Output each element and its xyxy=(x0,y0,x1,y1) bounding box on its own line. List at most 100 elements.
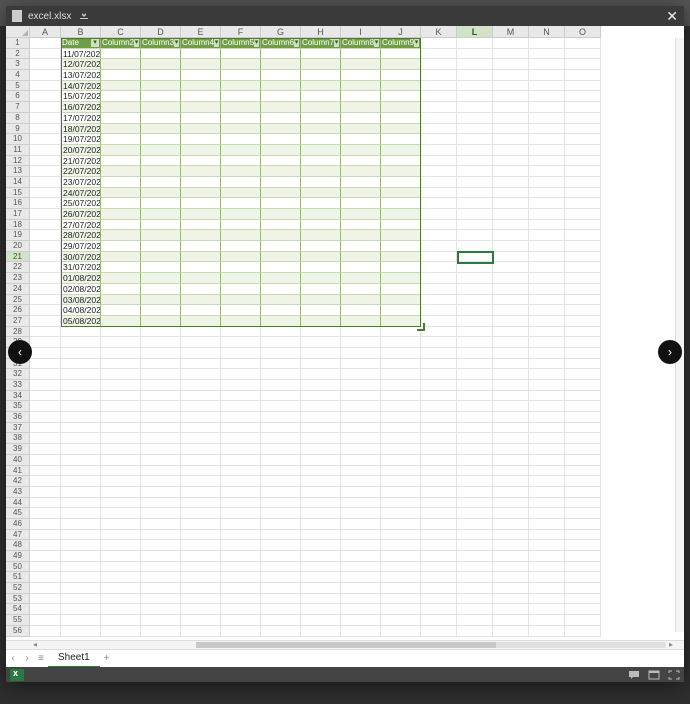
cell[interactable] xyxy=(101,337,141,348)
cell[interactable] xyxy=(493,49,529,60)
cell[interactable] xyxy=(341,583,381,594)
cell[interactable] xyxy=(457,508,493,519)
cell[interactable] xyxy=(261,188,301,199)
cell[interactable] xyxy=(101,209,141,220)
cell[interactable] xyxy=(181,241,221,252)
cell[interactable] xyxy=(457,262,493,273)
cell[interactable] xyxy=(457,423,493,434)
cell[interactable] xyxy=(261,540,301,551)
cell[interactable] xyxy=(457,145,493,156)
cell[interactable] xyxy=(493,145,529,156)
cell[interactable] xyxy=(101,562,141,573)
cell[interactable] xyxy=(421,166,457,177)
cell[interactable] xyxy=(341,134,381,145)
cell[interactable] xyxy=(301,273,341,284)
cell[interactable] xyxy=(221,615,261,626)
row-header[interactable]: 9 xyxy=(6,124,30,135)
cell[interactable] xyxy=(141,59,181,70)
cell[interactable] xyxy=(101,476,141,487)
cell[interactable] xyxy=(493,562,529,573)
cell[interactable] xyxy=(529,327,565,338)
cell[interactable] xyxy=(381,273,421,284)
cell[interactable] xyxy=(141,594,181,605)
cell[interactable]: 21/07/2021 xyxy=(61,156,101,167)
cell[interactable] xyxy=(565,198,601,209)
cell[interactable]: Column9▾ xyxy=(381,38,421,49)
cell[interactable] xyxy=(61,562,101,573)
row-header[interactable]: 38 xyxy=(6,433,30,444)
cell[interactable] xyxy=(381,626,421,637)
cell[interactable] xyxy=(457,284,493,295)
cell[interactable] xyxy=(221,177,261,188)
cell[interactable] xyxy=(181,209,221,220)
cell[interactable] xyxy=(101,380,141,391)
cell[interactable] xyxy=(261,81,301,92)
cell[interactable] xyxy=(493,134,529,145)
cell[interactable] xyxy=(30,551,61,562)
cell[interactable] xyxy=(341,337,381,348)
cell[interactable] xyxy=(493,166,529,177)
row-header[interactable]: 21 xyxy=(6,252,30,263)
cell[interactable] xyxy=(301,209,341,220)
cell[interactable] xyxy=(493,551,529,562)
cell[interactable] xyxy=(421,241,457,252)
cell[interactable]: Column4▾ xyxy=(181,38,221,49)
row-header[interactable]: 7 xyxy=(6,102,30,113)
cell[interactable] xyxy=(457,530,493,541)
column-header[interactable]: C xyxy=(101,26,141,38)
cell[interactable] xyxy=(221,423,261,434)
cell[interactable] xyxy=(301,455,341,466)
cell[interactable] xyxy=(301,230,341,241)
cell[interactable] xyxy=(181,551,221,562)
cell[interactable] xyxy=(261,444,301,455)
cell[interactable] xyxy=(341,209,381,220)
cell[interactable] xyxy=(529,572,565,583)
cell[interactable] xyxy=(421,49,457,60)
cell[interactable] xyxy=(101,230,141,241)
cell[interactable] xyxy=(30,466,61,477)
cell[interactable] xyxy=(529,508,565,519)
cell[interactable] xyxy=(529,466,565,477)
cell[interactable] xyxy=(301,220,341,231)
cell[interactable] xyxy=(381,540,421,551)
cell[interactable] xyxy=(141,156,181,167)
cell[interactable] xyxy=(181,198,221,209)
cell[interactable] xyxy=(493,316,529,327)
cell[interactable] xyxy=(30,145,61,156)
cell[interactable] xyxy=(101,220,141,231)
cell[interactable] xyxy=(565,262,601,273)
cell[interactable] xyxy=(381,562,421,573)
cell[interactable] xyxy=(565,241,601,252)
cell[interactable] xyxy=(529,337,565,348)
cell[interactable] xyxy=(565,91,601,102)
cell[interactable] xyxy=(141,284,181,295)
cell[interactable] xyxy=(381,295,421,306)
cell[interactable] xyxy=(565,433,601,444)
cell[interactable] xyxy=(181,316,221,327)
cell[interactable] xyxy=(221,466,261,477)
cell[interactable] xyxy=(221,198,261,209)
cell[interactable] xyxy=(493,604,529,615)
cell[interactable] xyxy=(565,508,601,519)
cell[interactable] xyxy=(565,487,601,498)
cell-area[interactable]: Date▾Column2▾Column3▾Column4▾Column5▾Col… xyxy=(30,38,676,640)
cell[interactable] xyxy=(381,359,421,370)
cell[interactable] xyxy=(529,220,565,231)
cell[interactable] xyxy=(301,444,341,455)
cell[interactable] xyxy=(565,615,601,626)
cell[interactable] xyxy=(301,412,341,423)
cell[interactable]: 01/08/2021 xyxy=(61,273,101,284)
cell[interactable] xyxy=(341,401,381,412)
cell[interactable] xyxy=(261,156,301,167)
cell[interactable] xyxy=(30,498,61,509)
cell[interactable] xyxy=(381,316,421,327)
cell[interactable] xyxy=(101,401,141,412)
cell[interactable] xyxy=(457,444,493,455)
cell[interactable] xyxy=(101,444,141,455)
cell[interactable] xyxy=(457,220,493,231)
cell[interactable] xyxy=(565,604,601,615)
cell[interactable] xyxy=(381,134,421,145)
cell[interactable] xyxy=(30,487,61,498)
cell[interactable] xyxy=(457,337,493,348)
row-header[interactable]: 41 xyxy=(6,466,30,477)
